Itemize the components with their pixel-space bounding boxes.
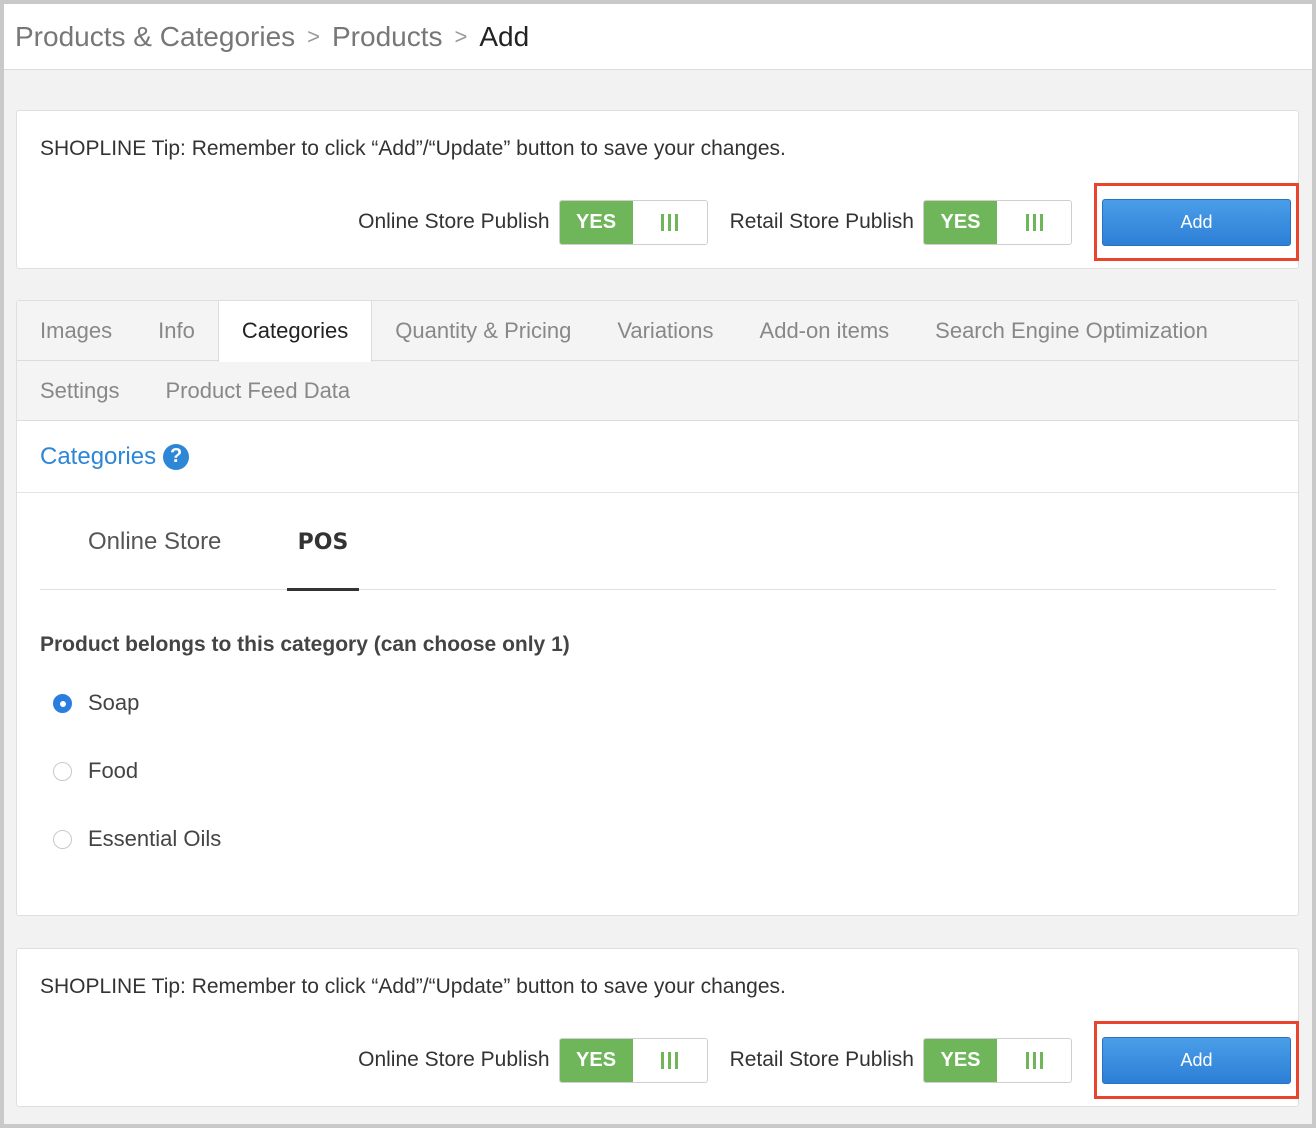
toggle-on-label: YES: [924, 1038, 997, 1082]
radio-option-food[interactable]: Food: [53, 758, 138, 784]
toggle-on-label: YES: [559, 200, 633, 244]
tab-settings[interactable]: Settings: [17, 361, 143, 421]
product-form-panel: Images Info Categories Quantity & Pricin…: [16, 300, 1299, 916]
breadcrumb-current: Add: [479, 20, 530, 52]
tab-seo[interactable]: Search Engine Optimization: [912, 301, 1231, 361]
toggle-grip-icon: [997, 1039, 1071, 1082]
subtab-online-store[interactable]: Online Store: [88, 494, 221, 590]
toggle-grip-icon: [997, 201, 1071, 244]
help-icon[interactable]: ?: [163, 443, 190, 470]
online-store-publish-label: Online Store Publish: [358, 210, 550, 233]
category-instruction: Product belongs to this category (can ch…: [40, 633, 570, 656]
tip-panel-top: SHOPLINE Tip: Remember to click “Add”/“U…: [16, 110, 1299, 269]
app-frame: Products & Categories > Products > Add S…: [4, 4, 1312, 1124]
radio-label: Food: [88, 758, 139, 783]
radio-label: Soap: [88, 690, 140, 715]
tab-add-on-items[interactable]: Add-on items: [737, 301, 913, 361]
chevron-right-icon: >: [307, 23, 320, 49]
publish-row: Online Store Publish YES Retail Store Pu…: [358, 1021, 1299, 1099]
publish-row: Online Store Publish YES Retail Store Pu…: [358, 183, 1299, 261]
tab-quantity-pricing[interactable]: Quantity & Pricing: [372, 301, 594, 361]
retail-store-publish-label: Retail Store Publish: [729, 210, 914, 233]
radio-option-soap[interactable]: Soap: [53, 690, 139, 716]
tab-categories[interactable]: Categories: [217, 300, 373, 362]
tip-text: SHOPLINE Tip: Remember to click “Add”/“U…: [40, 137, 786, 160]
add-button[interactable]: Add: [1102, 1036, 1291, 1084]
tip-panel-bottom: SHOPLINE Tip: Remember to click “Add”/“U…: [16, 948, 1299, 1107]
toggle-grip-icon: [633, 201, 707, 244]
add-button-highlight: Add: [1094, 1021, 1299, 1099]
tab-row-2: Settings Product Feed Data: [17, 361, 1298, 421]
radio-unchecked-icon[interactable]: [53, 829, 72, 849]
tab-row-1: Images Info Categories Quantity & Pricin…: [17, 300, 1298, 362]
tab-bar: Images Info Categories Quantity & Pricin…: [17, 300, 1298, 421]
subtab-pos[interactable]: POS: [287, 494, 359, 591]
tip-text: SHOPLINE Tip: Remember to click “Add”/“U…: [40, 975, 786, 998]
tab-product-feed-data[interactable]: Product Feed Data: [143, 361, 374, 421]
tab-variations[interactable]: Variations: [594, 301, 736, 361]
online-store-publish-label: Online Store Publish: [358, 1048, 550, 1071]
retail-store-publish-toggle[interactable]: YES: [923, 1037, 1072, 1083]
categories-title: Categories: [40, 442, 157, 470]
breadcrumb: Products & Categories > Products > Add: [4, 4, 1312, 70]
retail-store-publish-label: Retail Store Publish: [729, 1048, 914, 1071]
toggle-grip-icon: [633, 1039, 707, 1082]
chevron-right-icon: >: [454, 23, 468, 49]
radio-checked-icon[interactable]: [53, 693, 72, 713]
retail-store-publish-toggle[interactable]: YES: [923, 199, 1072, 245]
add-button[interactable]: Add: [1102, 198, 1291, 246]
online-store-publish-toggle[interactable]: YES: [558, 199, 708, 245]
radio-label: Essential Oils: [88, 826, 222, 851]
breadcrumb-products-categories[interactable]: Products & Categories: [15, 21, 295, 53]
radio-option-essential-oils[interactable]: Essential Oils: [53, 826, 221, 852]
radio-unchecked-icon[interactable]: [53, 761, 72, 781]
toggle-on-label: YES: [924, 200, 997, 244]
categories-heading: Categories ?: [17, 421, 1298, 493]
breadcrumb-products[interactable]: Products: [332, 21, 443, 53]
channel-subtabs: Online Store POS: [40, 494, 1276, 591]
toggle-on-label: YES: [559, 1038, 633, 1082]
add-button-highlight: Add: [1094, 183, 1299, 261]
tab-images[interactable]: Images: [17, 301, 135, 361]
online-store-publish-toggle[interactable]: YES: [558, 1037, 708, 1083]
tab-info[interactable]: Info: [135, 301, 218, 361]
